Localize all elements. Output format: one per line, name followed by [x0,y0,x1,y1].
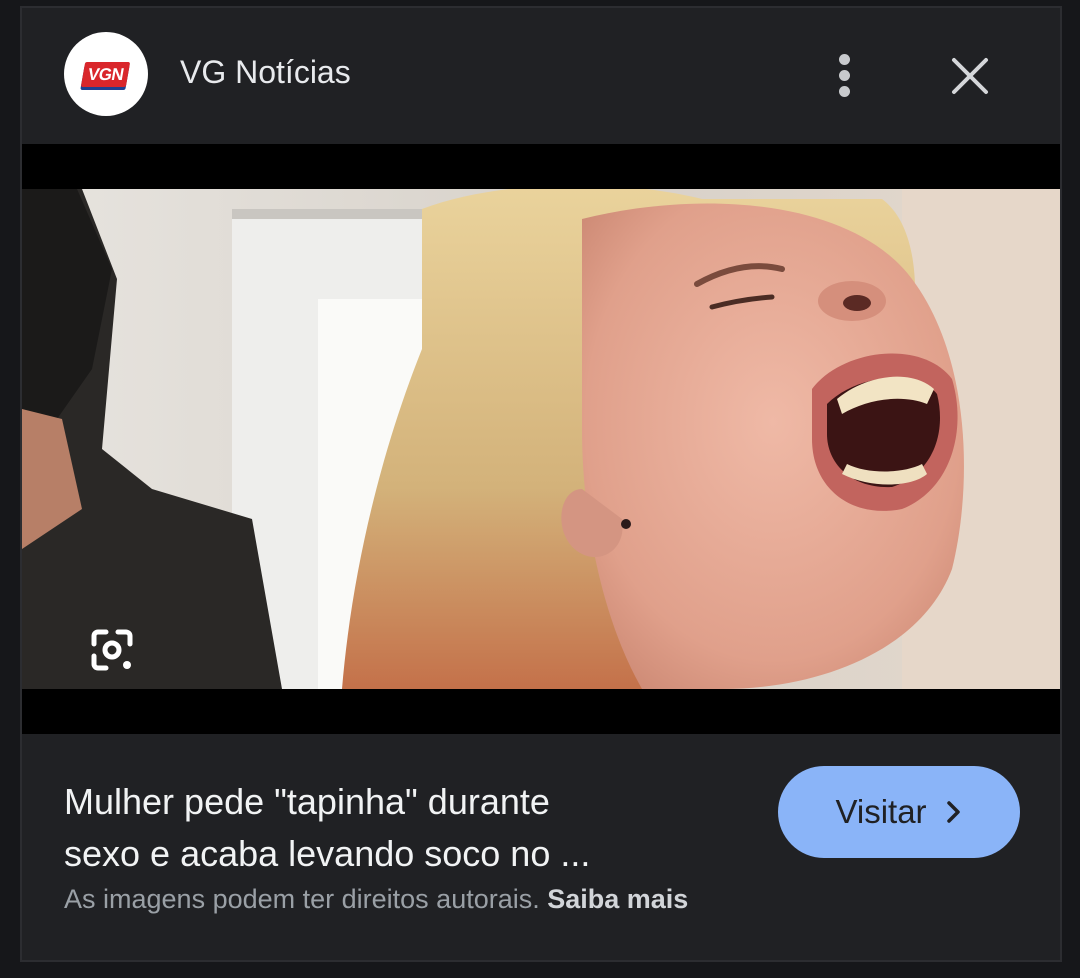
more-options-button[interactable] [824,48,864,102]
screen-frame: VGN VG Notícias Mulher pede "tapinha" du… [0,0,1080,978]
google-lens-icon [91,629,133,671]
copyright-text: As imagens podem ter direitos autorais. [64,884,540,914]
site-logo: VGN [64,32,148,116]
more-vert-icon-dot [838,69,850,81]
lens-search-button[interactable] [84,622,140,678]
learn-more-link[interactable]: Saiba mais [547,884,688,914]
image-viewer[interactable] [22,144,1060,734]
visit-button[interactable]: Visitar [778,766,1020,858]
close-button[interactable] [942,48,998,104]
headline-line-2: sexo e acaba levando soco no ... [64,833,591,874]
more-vert-icon [838,53,850,65]
preview-image-graphic [22,189,1060,689]
visit-button-label: Visitar [835,793,927,830]
copyright-notice: As imagens podem ter direitos autorais. … [64,884,688,915]
preview-image[interactable] [22,189,1060,689]
chevron-right-icon [946,801,960,823]
article-headline[interactable]: Mulher pede "tapinha" durante sexo e aca… [64,776,724,880]
site-name: VG Notícias [180,54,351,90]
article-info: Mulher pede "tapinha" durante sexo e aca… [22,734,1060,964]
site-logo-mark: VGN [81,61,131,87]
more-vert-icon-dot [838,85,850,97]
headline-line-1: Mulher pede "tapinha" durante [64,781,550,822]
close-icon [952,58,988,94]
card-header: VGN VG Notícias [22,8,1060,144]
image-preview-card: VGN VG Notícias Mulher pede "tapinha" du… [20,6,1062,962]
